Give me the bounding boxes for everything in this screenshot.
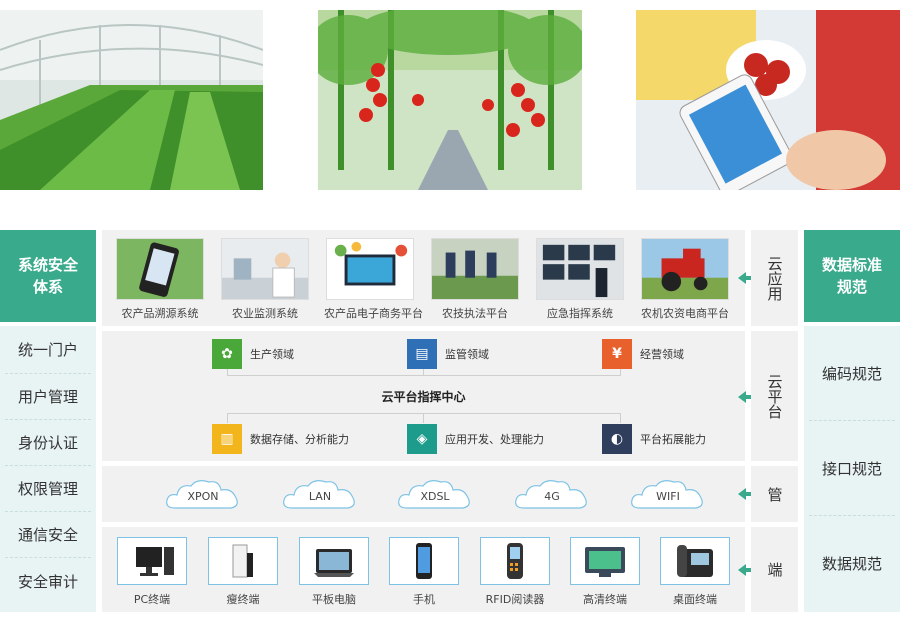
security-item-portal: 统一门户 [5,326,91,374]
data-standards-header: 数据标准规范 [804,230,900,322]
cloud-platform-layer: ✿ 生产领域 ▤ 监管领域 ¥ 经营领域 云平台指挥中心 ▥ 数据存储、分析能力… [102,331,745,461]
app-monitoring: 农业监测系统 [219,238,311,321]
bar-chart-icon: ▥ [212,424,242,454]
device-rfid-reader: RFID阅读器 [480,537,550,607]
network-xpon: XPON [165,478,241,512]
greenhouse-seedlings-photo [0,10,263,190]
cube-icon: ◈ [407,424,437,454]
app-ecommerce: 农产品电子商务平台 [324,238,423,321]
desk-phone-icon [660,537,730,585]
standards-list: 编码规范 接口规范 数据规范 [804,326,900,612]
rfid-reader-icon [480,537,550,585]
app-machinery-label: 农机农资电商平台 [641,307,729,320]
wheat-icon: ✿ [212,339,242,369]
tractor-image [641,238,729,300]
tablet-icon [299,537,369,585]
app-emergency-label: 应急指挥系统 [547,307,613,320]
shop-icon: ¥ [602,339,632,369]
device-desktop-phone: 桌面终端 [660,537,730,607]
hd-terminal-icon [570,537,640,585]
node-app-development: ◈ 应用开发、处理能力 [407,424,544,454]
enforcement-market-image [431,238,519,300]
app-emergency: 应急指挥系统 [534,238,626,321]
app-traceability: 农产品溯源系统 [114,238,206,321]
traceability-phone-image [116,238,204,300]
device-tablet: 平板电脑 [299,537,369,607]
app-traceability-label: 农产品溯源系统 [121,307,199,320]
node-business: ¥ 经营领域 [602,339,684,369]
device-thin-client: 瘦终端 [208,537,278,607]
node-platform-extension: ◐ 平台拓展能力 [602,424,706,454]
app-enforcement-label: 农技执法平台 [442,307,508,320]
network-xdsl: XDSL [397,478,473,512]
ecommerce-screen-image [326,238,414,300]
app-monitoring-label: 农业监测系统 [232,307,298,320]
network-wifi: WIFI [630,478,706,512]
app-ecommerce-label: 农产品电子商务平台 [324,307,423,320]
android-icon: ◐ [602,424,632,454]
monitoring-lab-image [221,238,309,300]
security-item-authentication: 身份认证 [5,420,91,466]
pipe-layer: XPON LAN XDSL 4G WIFI [102,466,745,522]
security-item-communication: 通信安全 [5,512,91,558]
pipe-tag: 管 [751,466,798,522]
command-center-title: 云平台指挥中心 [381,390,466,404]
node-supervision: ▤ 监管领域 [407,339,489,369]
security-item-user-management: 用户管理 [5,374,91,420]
app-enforcement: 农技执法平台 [429,238,521,321]
security-item-audit: 安全审计 [17,572,78,591]
phone-icon [389,537,459,585]
standard-item-encoding: 编码规范 [809,326,895,421]
pc-icon [117,537,187,585]
device-pc: PC终端 [117,537,187,607]
app-machinery: 农机农资电商平台 [639,238,731,321]
device-phone: 手机 [389,537,459,607]
cloud-application-tag: 云应用 [751,230,798,326]
phone-scanning-produce-photo [636,10,900,190]
id-card-icon: ▤ [407,339,437,369]
cloud-platform-tag: 云平台 [751,331,798,461]
device-hd-terminal: 高清终端 [570,537,640,607]
security-item-permission: 权限管理 [5,466,91,512]
emergency-control-room-image [536,238,624,300]
network-lan: LAN [282,478,358,512]
network-4g: 4G [514,478,590,512]
security-list: 统一门户 用户管理 身份认证 权限管理 通信安全 安全审计 [0,326,96,612]
cloud-application-layer: 农产品溯源系统 农业监测系统 农产品电子商务平台 农技执法平台 应急指挥系统 农… [102,230,745,326]
thin-client-icon [208,537,278,585]
node-production: ✿ 生产领域 [212,339,294,369]
terminal-layer: PC终端 瘦终端 平板电脑 手机 RFID阅读器 高清终端 桌面终端 [102,527,745,612]
terminal-tag: 端 [751,527,798,612]
node-data-storage: ▥ 数据存储、分析能力 [212,424,349,454]
tomato-greenhouse-photo [318,10,582,190]
standard-item-interface: 接口规范 [809,421,895,516]
standard-item-data: 数据规范 [821,555,882,573]
security-system-header: 系统安全体系 [0,230,96,322]
